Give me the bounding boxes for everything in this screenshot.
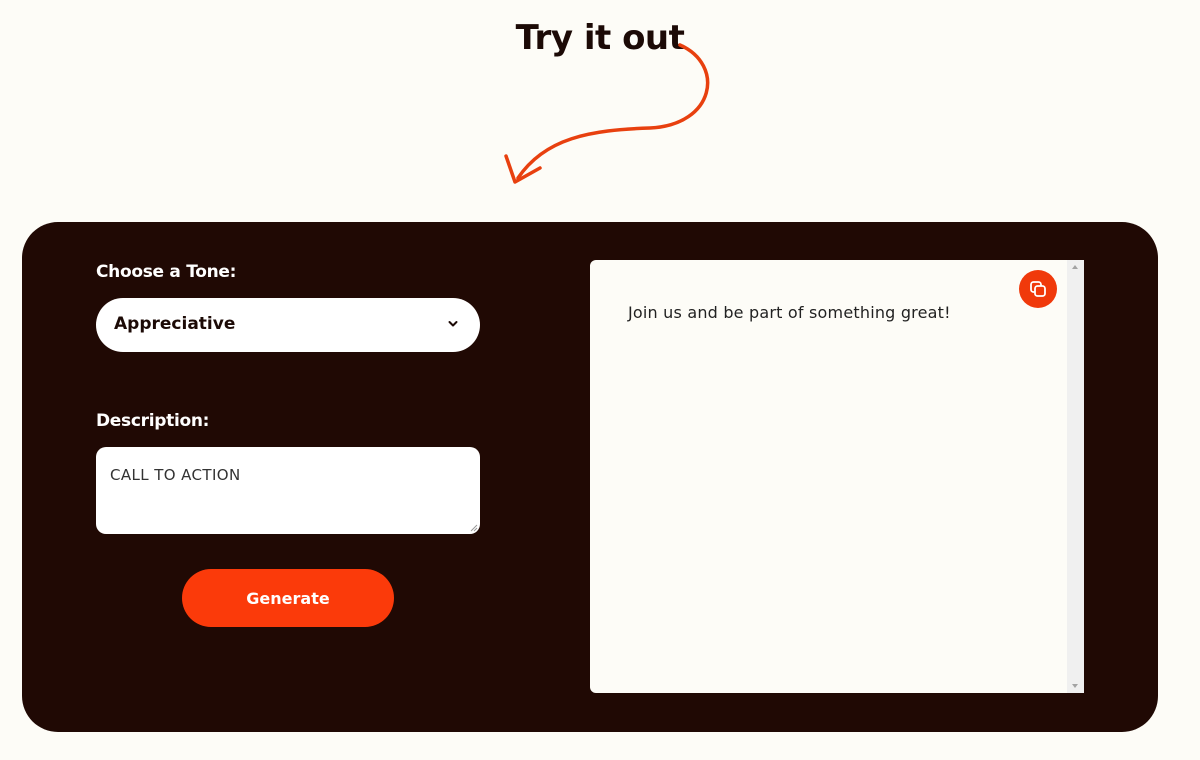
output-text: Join us and be part of something great! xyxy=(628,303,951,322)
description-label: Description: xyxy=(96,411,210,431)
chevron-down-icon xyxy=(448,321,458,327)
resize-grip-icon[interactable] xyxy=(470,524,478,532)
description-textarea[interactable]: CALL TO ACTION xyxy=(96,447,480,534)
scroll-up-arrow-icon[interactable] xyxy=(1072,265,1078,269)
output-scrollbar[interactable] xyxy=(1067,260,1084,693)
copy-icon xyxy=(1030,281,1046,297)
tone-select-value: Appreciative xyxy=(114,314,236,334)
scroll-down-arrow-icon[interactable] xyxy=(1072,684,1078,688)
tone-select[interactable]: Appreciative xyxy=(96,298,480,352)
generate-button[interactable]: Generate xyxy=(182,569,394,627)
copy-button[interactable] xyxy=(1019,270,1057,308)
tone-label: Choose a Tone: xyxy=(96,262,237,282)
curved-arrow-icon xyxy=(504,43,710,184)
output-box[interactable]: Join us and be part of something great! xyxy=(590,260,1084,693)
description-text: CALL TO ACTION xyxy=(110,466,241,484)
generator-panel: Choose a Tone: Appreciative Description:… xyxy=(22,222,1158,732)
